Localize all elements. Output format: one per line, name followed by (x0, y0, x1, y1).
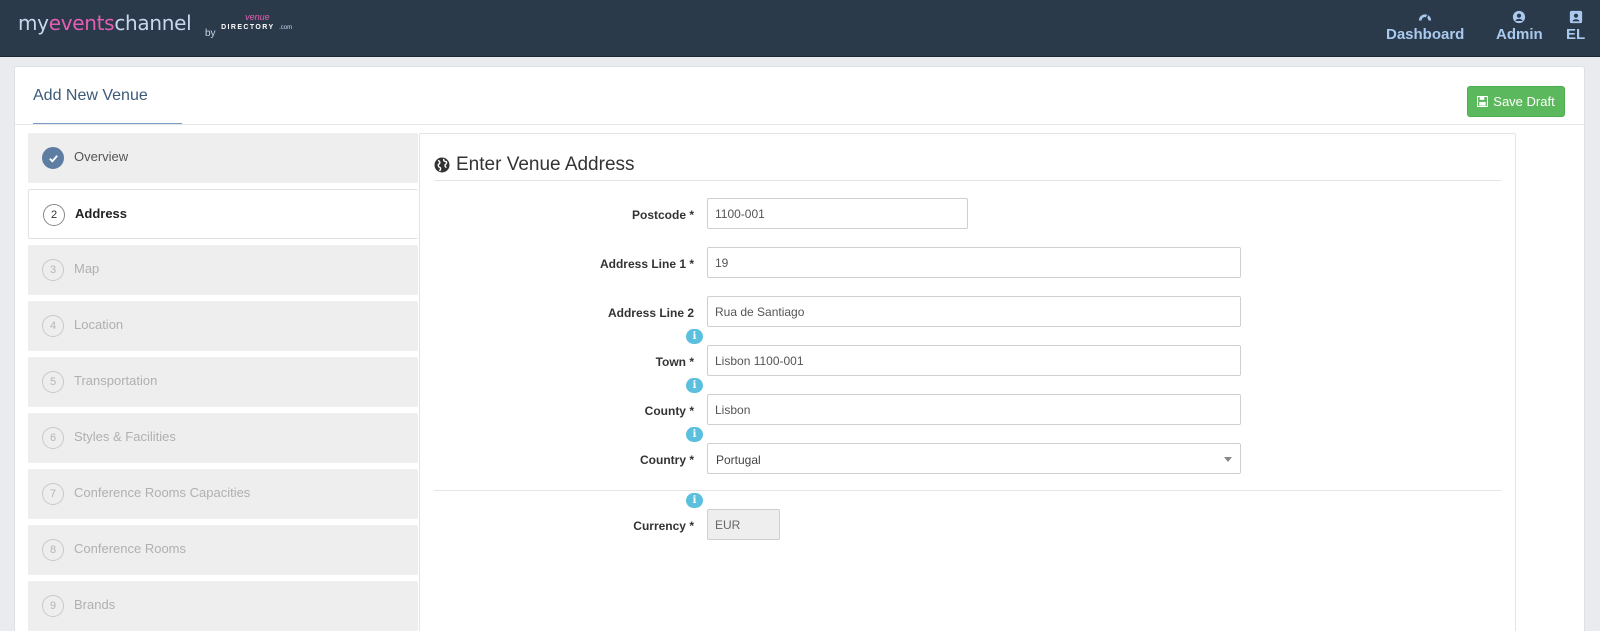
page-title: Add New Venue (33, 87, 148, 104)
step-label: Transportation (74, 373, 158, 388)
header-divider (15, 124, 1584, 125)
logo-com: .com (279, 25, 293, 31)
dashboard-icon (1419, 14, 1432, 21)
currency-label: Currency * (633, 519, 694, 533)
logo-by: by (205, 28, 216, 39)
step-number: 6 (42, 427, 64, 449)
currency-input (707, 509, 780, 540)
step-label: Location (74, 317, 124, 332)
step-number: 5 (42, 371, 64, 393)
town-label: Town * (655, 355, 694, 369)
step-brands[interactable]: 9 Brands (28, 581, 418, 631)
step-label: Overview (74, 149, 129, 164)
county-label: County * (644, 404, 694, 418)
address-line-2-label: Address Line 2 (607, 306, 694, 320)
info-icon[interactable]: i (686, 378, 703, 393)
currency-row: i Currency * (420, 493, 1517, 541)
logo-channel: channel (114, 11, 192, 35)
town-input[interactable] (707, 345, 1241, 376)
logo-directory: DIRECTORY (221, 24, 275, 31)
step-number: 9 (42, 595, 64, 617)
nav-user-label: EL (1566, 26, 1586, 43)
user-square-icon (1569, 10, 1582, 24)
chevron-down-icon (1224, 457, 1232, 462)
step-location[interactable]: 4 Location (28, 301, 418, 351)
country-row: i Country * Portugal (420, 427, 1517, 475)
step-number: 7 (42, 483, 64, 505)
step-number: 2 (43, 204, 65, 226)
county-row: i County * (420, 378, 1517, 426)
info-icon[interactable]: i (686, 493, 703, 508)
postcode-label: Postcode * (631, 208, 694, 222)
user-circle-icon (1513, 10, 1526, 24)
logo-events: events (48, 11, 115, 35)
country-label: Country * (640, 453, 694, 467)
form-heading-text: Enter Venue Address (456, 154, 635, 175)
country-selected-value: Portugal (716, 453, 761, 467)
address-line-1-label: Address Line 1 * (599, 257, 694, 271)
address1-row: Address Line 1 * (420, 247, 1517, 279)
county-input[interactable] (707, 394, 1241, 425)
top-navbar: myeventschannel by venue DIRECTORY .com … (0, 0, 1600, 57)
country-select[interactable]: Portugal (707, 443, 1241, 474)
nav-dashboard-label: Dashboard (1386, 26, 1465, 43)
step-number: 8 (42, 539, 64, 561)
brand-logo[interactable]: myeventschannel (18, 11, 192, 35)
venue-directory-logo: by venue DIRECTORY .com (205, 12, 292, 39)
town-row: i Town * (420, 329, 1517, 377)
step-label: Map (74, 261, 100, 276)
postcode-row: Postcode * (420, 198, 1517, 230)
step-label: Address (75, 206, 128, 221)
address-line-2-input[interactable] (707, 296, 1241, 327)
nav-admin-label: Admin (1496, 26, 1543, 43)
info-icon[interactable]: i (686, 329, 703, 344)
step-label: Conference Rooms (74, 541, 186, 556)
logo-my: my (18, 11, 49, 35)
heading-divider (434, 180, 1501, 181)
save-draft-button[interactable]: Save Draft (1467, 86, 1565, 117)
save-draft-label: Save Draft (1493, 94, 1555, 109)
step-check-icon (42, 147, 64, 169)
step-conference-rooms-capacities[interactable]: 7 Conference Rooms Capacities (28, 469, 418, 519)
nav-user[interactable]: EL (1566, 10, 1585, 43)
step-number: 3 (42, 259, 64, 281)
step-label: Conference Rooms Capacities (74, 485, 251, 500)
step-address[interactable]: 2 Address (28, 189, 418, 239)
nav-admin[interactable]: Admin (1496, 10, 1543, 43)
step-label: Brands (74, 597, 116, 612)
address-line-1-input[interactable] (707, 247, 1241, 278)
wizard-steps: Overview 2 Address 3 Map 4 Location 5 Tr… (28, 133, 418, 631)
step-styles-facilities[interactable]: 6 Styles & Facilities (28, 413, 418, 463)
globe-icon (434, 157, 450, 173)
step-number: 4 (42, 315, 64, 337)
step-transportation[interactable]: 5 Transportation (28, 357, 418, 407)
section-divider (434, 490, 1501, 491)
postcode-input[interactable] (707, 198, 968, 229)
save-icon (1477, 96, 1489, 107)
nav-dashboard[interactable]: Dashboard (1386, 10, 1464, 43)
step-label: Styles & Facilities (74, 429, 176, 444)
logo-venue: venue (245, 12, 270, 22)
step-map[interactable]: 3 Map (28, 245, 418, 295)
step-overview[interactable]: Overview (28, 133, 418, 183)
form-heading: Enter Venue Address (434, 154, 635, 176)
content-panel: Add New Venue Save Draft Overview 2 Addr… (14, 66, 1585, 631)
address-form: Enter Venue Address Postcode * Address L… (419, 133, 1516, 631)
address2-row: Address Line 2 (420, 296, 1517, 328)
step-conference-rooms[interactable]: 8 Conference Rooms (28, 525, 418, 575)
info-icon[interactable]: i (686, 427, 703, 442)
